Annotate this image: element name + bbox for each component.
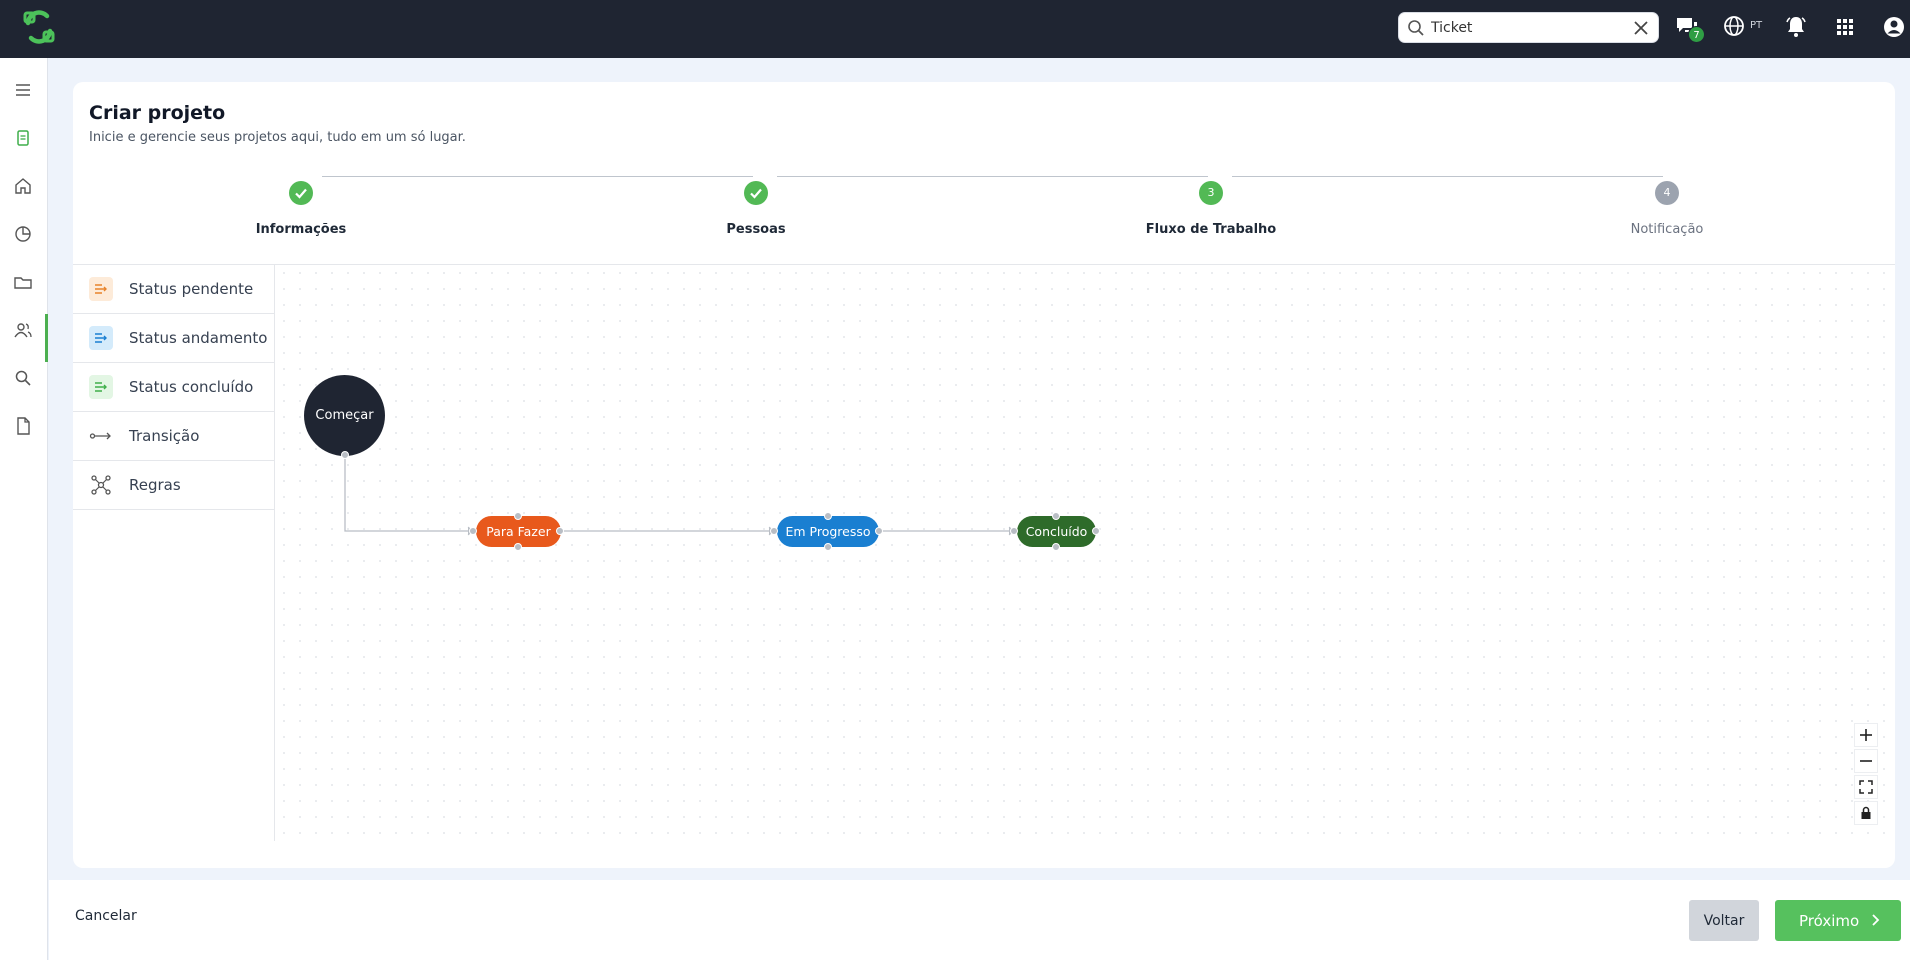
zoom-in-button[interactable] [1854,723,1878,747]
globe-icon[interactable] [1721,14,1747,40]
page-subtitle: Inicie e gerencie seus projetos aqui, tu… [89,130,466,145]
search-nav-icon[interactable] [13,368,33,388]
node-handle[interactable] [770,527,778,535]
zoom-out-button[interactable] [1854,749,1878,773]
document-icon[interactable] [13,416,33,436]
step-1-indicator[interactable] [289,181,313,205]
search-box [1398,12,1659,43]
minus-icon [1860,760,1872,762]
status-pending-icon [89,277,113,301]
stepper-connector [1232,176,1663,177]
node-handle[interactable] [1052,543,1060,551]
node-handle[interactable] [556,527,564,535]
lock-icon [1861,806,1871,819]
node-handle[interactable] [1010,527,1018,535]
rules-icon [91,475,111,495]
step-4-label: Notificação [1630,222,1704,237]
search-input[interactable] [1431,17,1621,39]
users-icon[interactable] [13,320,33,340]
app-logo-icon[interactable] [20,8,58,46]
stepper-connector [322,176,753,177]
workflow-edges [344,454,1015,536]
language-code[interactable]: PT [1750,20,1762,31]
node-handle[interactable] [824,512,832,520]
transition-icon [89,432,111,440]
node-handle[interactable] [514,543,522,551]
node-handle[interactable] [1052,512,1060,520]
active-nav-indicator [45,314,48,362]
workflow-node-start[interactable]: Começar [304,375,385,456]
step-4-indicator[interactable]: 4 [1655,181,1679,205]
lock-view-button[interactable] [1854,801,1878,825]
node-handle[interactable] [341,451,349,459]
status-progress-icon [89,326,113,350]
step-3-label: Fluxo de Trabalho [1145,222,1277,237]
menu-icon[interactable] [13,80,33,100]
step-3-indicator[interactable]: 3 [1199,181,1223,205]
palette-item-transition[interactable]: Transição [73,412,275,461]
projects-icon[interactable] [13,128,33,148]
chat-badge: 7 [1688,26,1705,43]
palette-item-status-progress[interactable]: Status andamento [73,314,275,363]
create-project-card: Criar projeto Inicie e gerencie seus pro… [73,82,1895,868]
palette-label: Status andamento [129,329,268,347]
next-button[interactable]: Próximo [1775,900,1901,941]
home-icon[interactable] [13,176,33,196]
palette-label: Status concluído [129,378,254,396]
step-2-label: Pessoas [726,222,786,237]
edge-start-to-todo [344,454,473,532]
node-handle[interactable] [824,543,832,551]
palette-label: Regras [129,476,181,494]
status-done-icon [89,375,113,399]
bell-icon[interactable] [1783,14,1809,40]
next-button-label: Próximo [1799,911,1860,930]
chevron-right-icon [1872,914,1880,926]
node-handle[interactable] [514,512,522,520]
left-nav-rail [0,58,48,960]
user-avatar-icon[interactable] [1881,14,1907,40]
stepper-connector [777,176,1208,177]
chart-pie-icon[interactable] [13,224,33,244]
step-2-indicator[interactable] [744,181,768,205]
node-handle[interactable] [875,527,883,535]
back-button[interactable]: Voltar [1689,900,1759,941]
page-title: Criar projeto [89,102,226,124]
status-palette: Status pendente Status andamento Status … [73,265,275,841]
palette-item-status-done[interactable]: Status concluído [73,363,275,412]
palette-label: Transição [129,427,200,445]
check-icon [295,188,307,199]
cancel-button[interactable]: Cancelar [75,908,137,924]
plus-icon [1860,729,1872,741]
footer-bar: Cancelar Voltar Próximo [49,880,1910,960]
step-1-label: Informações [255,222,347,237]
palette-item-rules[interactable]: Regras [73,461,275,510]
palette-label: Status pendente [129,280,254,298]
apps-grid-icon[interactable] [1832,14,1858,40]
top-bar: 7 PT [0,0,1910,58]
clear-search-icon[interactable] [1632,19,1650,37]
palette-item-status-pending[interactable]: Status pendente [73,265,275,314]
workflow-canvas[interactable]: Começar Para Fazer Em Progresso Concluíd… [276,265,1895,841]
fit-view-button[interactable] [1854,775,1878,799]
node-handle[interactable] [1092,527,1100,535]
search-icon [1408,20,1424,36]
folder-icon[interactable] [13,272,33,292]
fit-view-icon [1859,780,1873,794]
check-icon [750,188,762,199]
node-handle[interactable] [469,527,477,535]
